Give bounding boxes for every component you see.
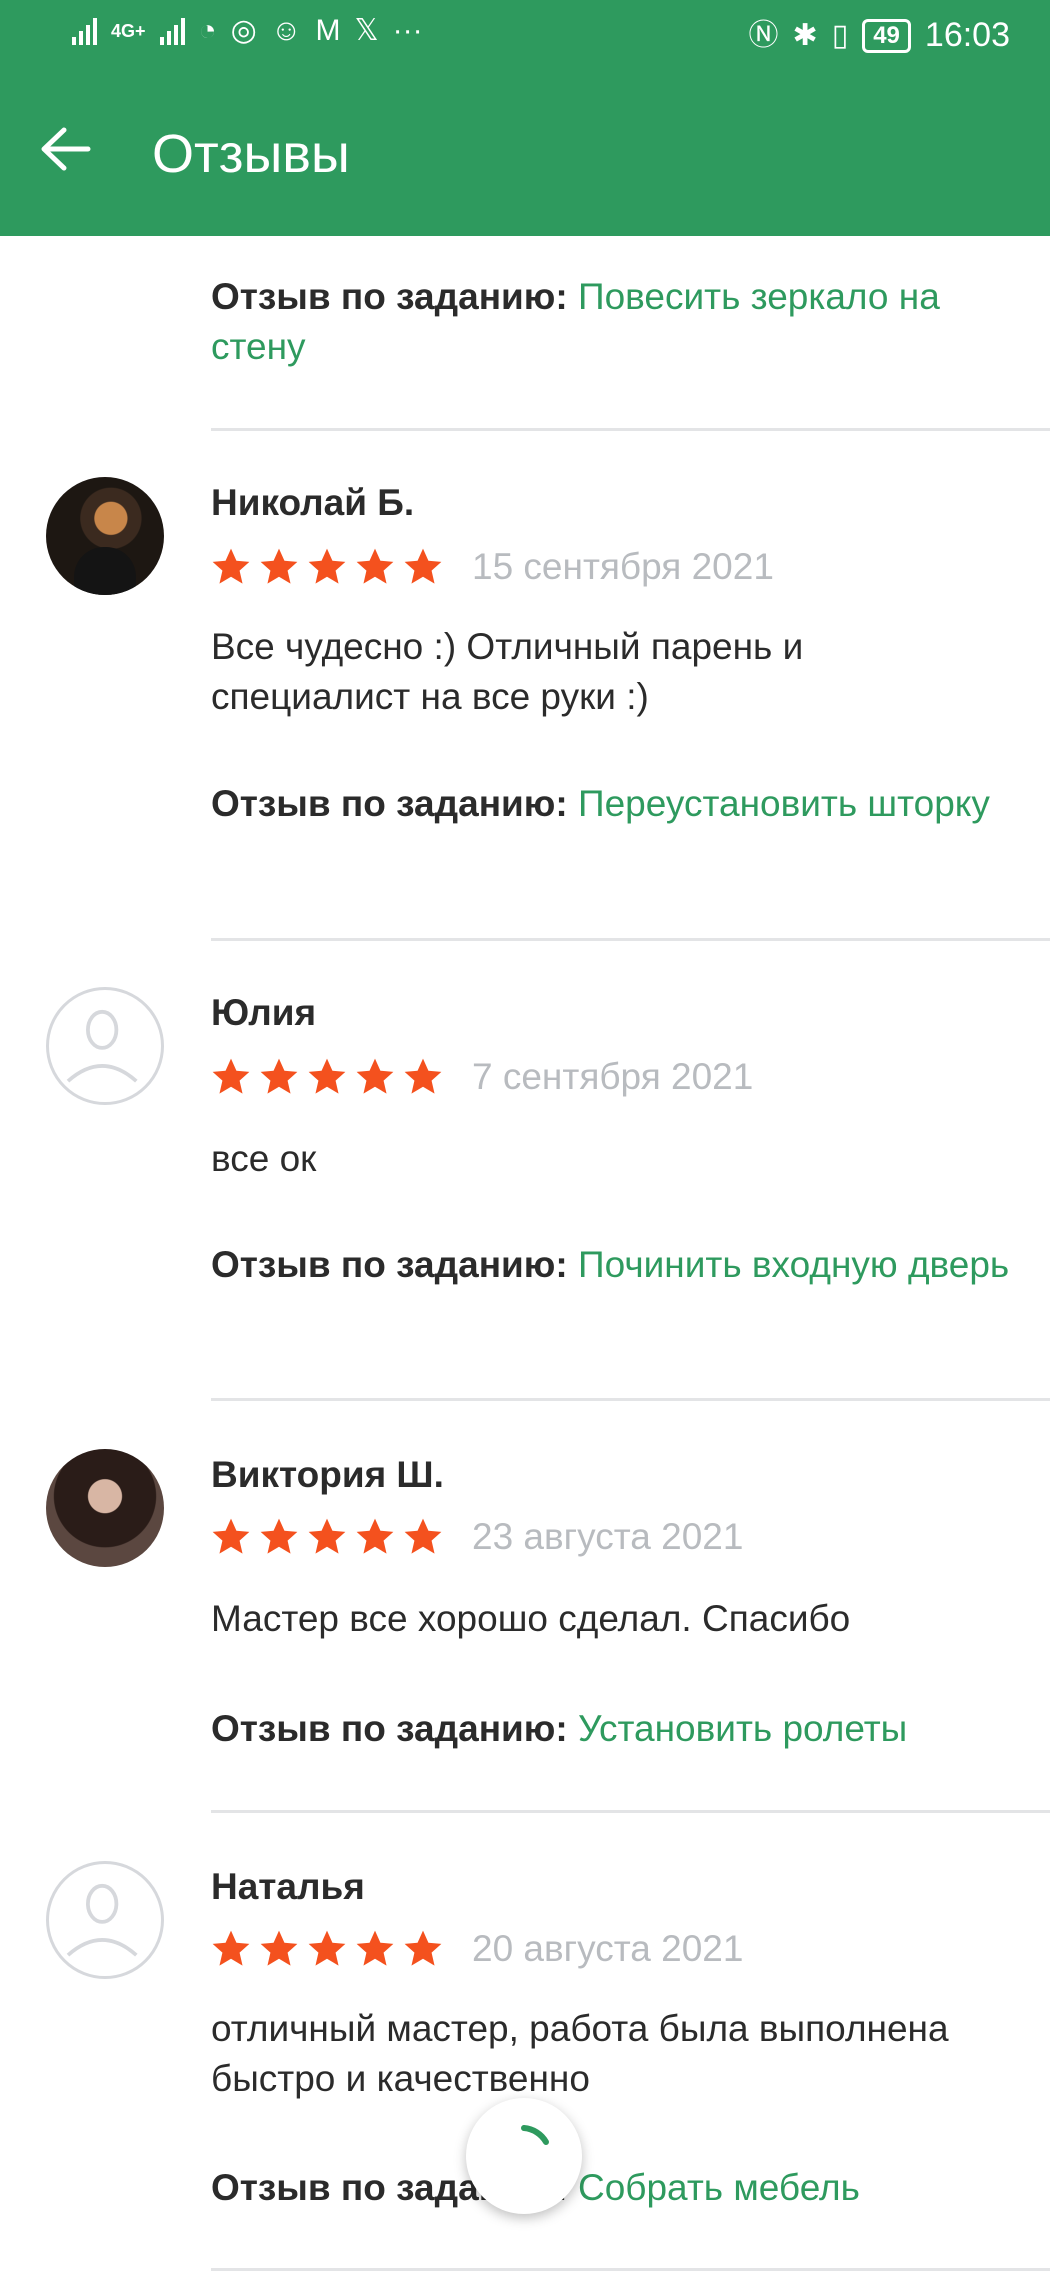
star-icon [212, 1930, 250, 1966]
avatar[interactable] [46, 1449, 164, 1567]
page-title: Отзывы [152, 124, 350, 184]
vibrate-icon: ▯ [831, 18, 849, 52]
divider [211, 1398, 1050, 1401]
star-icon [404, 1058, 442, 1094]
spinner-icon [521, 2125, 549, 2145]
task-label: Отзыв по заданию: [211, 276, 568, 317]
star-icon [356, 1930, 394, 1966]
star-icon [212, 548, 250, 584]
arrow-left-icon[interactable] [38, 122, 92, 176]
task-link[interactable]: Собрать мебель [578, 2167, 860, 2208]
more-icon: ··· [392, 14, 423, 47]
clock: 16:03 [924, 16, 1010, 54]
task-label: Отзыв по заданию: [211, 783, 568, 824]
star-icon [260, 1518, 298, 1554]
star-icon [260, 1930, 298, 1966]
instagram-icon: ◎ [230, 14, 257, 47]
reviewer-name: Наталья [211, 1866, 365, 1907]
divider [211, 938, 1050, 941]
rating-stars [210, 546, 444, 588]
avatar[interactable] [46, 987, 164, 1105]
network-type: 4G+ [111, 20, 146, 41]
star-icon [308, 1930, 346, 1966]
star-icon [212, 1058, 250, 1094]
review-task: Отзыв по заданию: Переустановить шторку [211, 779, 1021, 829]
user-placeholder-icon [66, 1009, 138, 1083]
task-label: Отзыв по заданию: [211, 1244, 568, 1285]
status-bar: 4G+ ◔ ◎ ☺ M 𝕏 ··· Ⓝ ✱ ▯ 49 16:03 [0, 0, 1050, 75]
task-link[interactable]: Переустановить шторку [578, 783, 990, 824]
star-icon [260, 1058, 298, 1094]
review-task: Отзыв по заданию: Повесить зеркало на ст… [211, 272, 1021, 372]
star-icon [356, 1058, 394, 1094]
star-icon [308, 548, 346, 584]
rating-stars [210, 1928, 444, 1970]
avatar[interactable] [46, 477, 164, 595]
star-icon [356, 1518, 394, 1554]
review-text: отличный мастер, работа была выполнена б… [211, 2008, 949, 2099]
battery-icon: 49 [862, 18, 911, 53]
divider [211, 428, 1050, 431]
signal-icon-2 [159, 17, 185, 45]
rating-stars [210, 1516, 444, 1558]
bluetooth-icon: ✱ [792, 18, 818, 52]
avatar[interactable] [46, 1861, 164, 1979]
nfc-icon: Ⓝ [748, 18, 779, 52]
review-task: Отзыв по заданию: Установить ролеты [211, 1704, 1021, 1754]
review-date: 20 августа 2021 [472, 1928, 744, 1969]
reviewer-name: Виктория Ш. [211, 1454, 444, 1495]
reviewer-name: Николай Б. [211, 482, 415, 523]
review-text: все ок [211, 1138, 317, 1179]
task-label: Отзыв по заданию: [211, 1708, 568, 1749]
loading-spinner [466, 2098, 582, 2214]
star-icon [404, 1518, 442, 1554]
star-icon [356, 548, 394, 584]
user-placeholder-icon [66, 1883, 138, 1957]
review-date: 7 сентября 2021 [472, 1056, 754, 1097]
star-icon [404, 1930, 442, 1966]
star-icon [212, 1518, 250, 1554]
app-bar: 4G+ ◔ ◎ ☺ M 𝕏 ··· Ⓝ ✱ ▯ 49 16:03 Отзывы [0, 0, 1050, 236]
reviewer-name: Юлия [211, 992, 317, 1033]
review-date: 15 сентября 2021 [472, 546, 774, 587]
review-text: Все чудесно :) Отличный парень и специал… [211, 626, 804, 717]
divider [211, 2268, 1050, 2271]
task-link[interactable]: Починить входную дверь [578, 1244, 1009, 1285]
divider [211, 1810, 1050, 1813]
messenger-icon: ☺ [270, 14, 302, 47]
review-task: Отзыв по заданию: Собрать мебель [211, 2163, 1021, 2213]
star-icon [308, 1518, 346, 1554]
rating-stars [210, 1056, 444, 1098]
app-notification-icon: ◔ [198, 14, 217, 47]
star-icon [260, 548, 298, 584]
review-date: 23 августа 2021 [472, 1516, 744, 1557]
mail-icon: M [315, 14, 341, 47]
star-icon [404, 548, 442, 584]
signal-icon [72, 17, 97, 45]
star-icon [308, 1058, 346, 1094]
review-task: Отзыв по заданию: Починить входную дверь [211, 1240, 1021, 1290]
task-link[interactable]: Установить ролеты [578, 1708, 907, 1749]
review-text: Мастер все хорошо сделал. Спасибо [211, 1598, 851, 1639]
x-icon: 𝕏 [354, 14, 379, 47]
